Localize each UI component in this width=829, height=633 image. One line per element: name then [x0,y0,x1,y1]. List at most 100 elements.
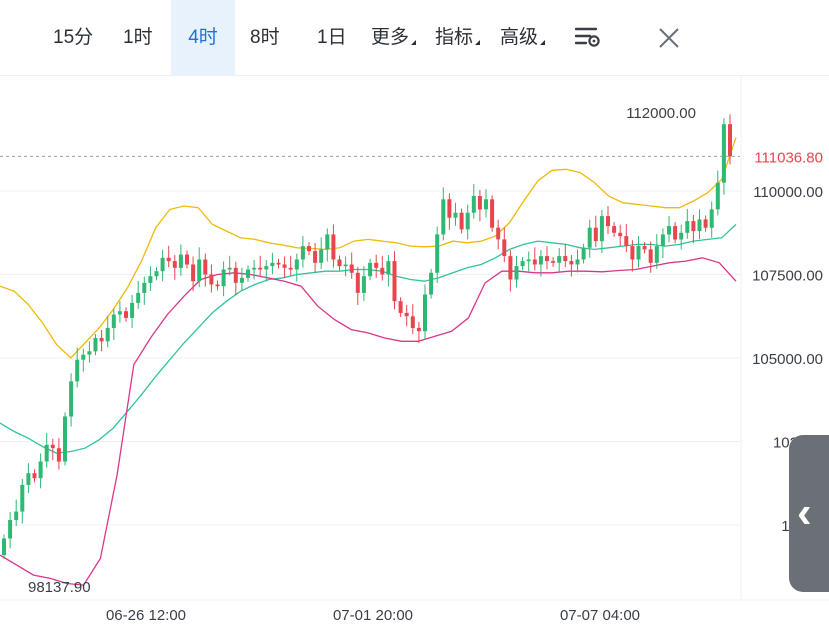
candle-down [331,234,336,260]
candle-up [361,276,366,293]
candle-down [569,261,574,265]
dropdown-corner-icon [411,40,417,45]
candle-up [142,282,147,293]
candle-up [599,216,604,242]
close-icon[interactable] [657,26,681,50]
candle-down [703,219,708,228]
candle-down [215,284,220,287]
interval-1d-tab[interactable]: 1日 [317,0,347,75]
candle-up [343,264,348,267]
candle-down [648,249,653,263]
candle-down [398,301,403,313]
interval-8h-tab[interactable]: 8时 [250,0,280,75]
candle-down [209,274,214,285]
interval-15m-tab[interactable]: 15分 [53,0,93,75]
candle-down [185,254,189,265]
collapse-panel-button[interactable]: ‹ [789,435,829,592]
candle-up [63,416,67,462]
more-dropdown[interactable]: 更多 [371,0,417,75]
candle-up [14,511,19,520]
candle-up [87,351,92,355]
more-label: 更多 [371,27,410,48]
candle-up [325,234,330,250]
candle-up [38,461,43,479]
indicators-dropdown[interactable]: 指标 [435,0,481,75]
candle-up [660,234,665,247]
candle-down [593,227,598,242]
chart-settings-icon[interactable] [575,26,601,48]
candle-down [124,311,128,318]
candle-down [459,212,464,230]
advanced-dropdown[interactable]: 高级 [500,0,546,75]
candle-up [679,232,684,240]
candle-down [203,259,208,275]
candle-down [508,256,513,280]
candle-up [239,277,244,283]
candle-up [538,256,543,265]
indicators-label: 指标 [435,27,474,48]
candle-up [520,261,525,267]
candle-down [166,257,171,262]
candle-up [526,259,531,262]
candle-up [709,209,714,228]
candle-up [178,254,183,268]
candle-down [624,236,629,247]
candle-up [75,359,80,382]
candle-up [557,256,562,263]
candle-up [270,262,275,267]
candle-up [423,294,427,332]
candle-up [130,302,135,318]
x-axis-label: 07-07 04:00 [560,607,640,624]
candle-up [697,219,702,232]
candle-up [685,221,690,233]
candle-down [392,261,397,302]
candle-down [563,256,568,262]
candle-up [435,234,440,273]
candlestick-chart-svg: 110000.00107500.00105000.001025001000011… [0,76,829,624]
candle-up [587,227,592,248]
min-price-annotation: 98137.90 [28,579,91,596]
candle-up [136,292,141,303]
candle-up [252,267,257,270]
candle-down [32,473,37,479]
candle-down [172,261,177,268]
interval-1h-tab[interactable]: 1时 [123,0,153,75]
candle-down [307,246,311,252]
y-axis-label: 110000.00 [753,184,823,201]
candle-up [111,314,116,328]
candle-up [264,266,269,270]
candle-up [160,257,165,272]
candle-up [2,538,6,556]
current-price-label: 111036.80 [754,149,823,166]
candle-up [453,212,458,218]
candle-down [606,216,610,227]
advanced-label: 高级 [500,27,539,48]
candle-up [429,272,434,295]
candle-down [545,256,549,262]
candle-up [148,276,153,283]
candle-up [636,246,641,260]
candle-up [575,259,580,265]
candle-down [447,199,452,218]
candle-up [368,262,373,277]
candle-up [319,249,324,263]
candle-down [282,264,287,268]
candle-up [105,327,110,342]
candle-up [93,338,98,352]
candle-down [313,251,318,263]
y-axis-label: 105000.00 [752,351,823,368]
candle-down [612,226,617,233]
candle-down [728,124,732,157]
price-chart[interactable]: 110000.00107500.00105000.001025001000011… [0,76,829,628]
candle-down [50,444,55,449]
candle-up [117,311,122,315]
interval-4h-tab[interactable]: 4时 [171,0,235,75]
candle-up [581,247,586,260]
candle-up [514,266,519,280]
candle-up [221,269,226,287]
candle-down [380,267,385,275]
candle-down [618,232,623,237]
candle-down [233,267,238,283]
y-axis-label: 107500.00 [752,268,823,285]
candle-up [227,267,232,270]
